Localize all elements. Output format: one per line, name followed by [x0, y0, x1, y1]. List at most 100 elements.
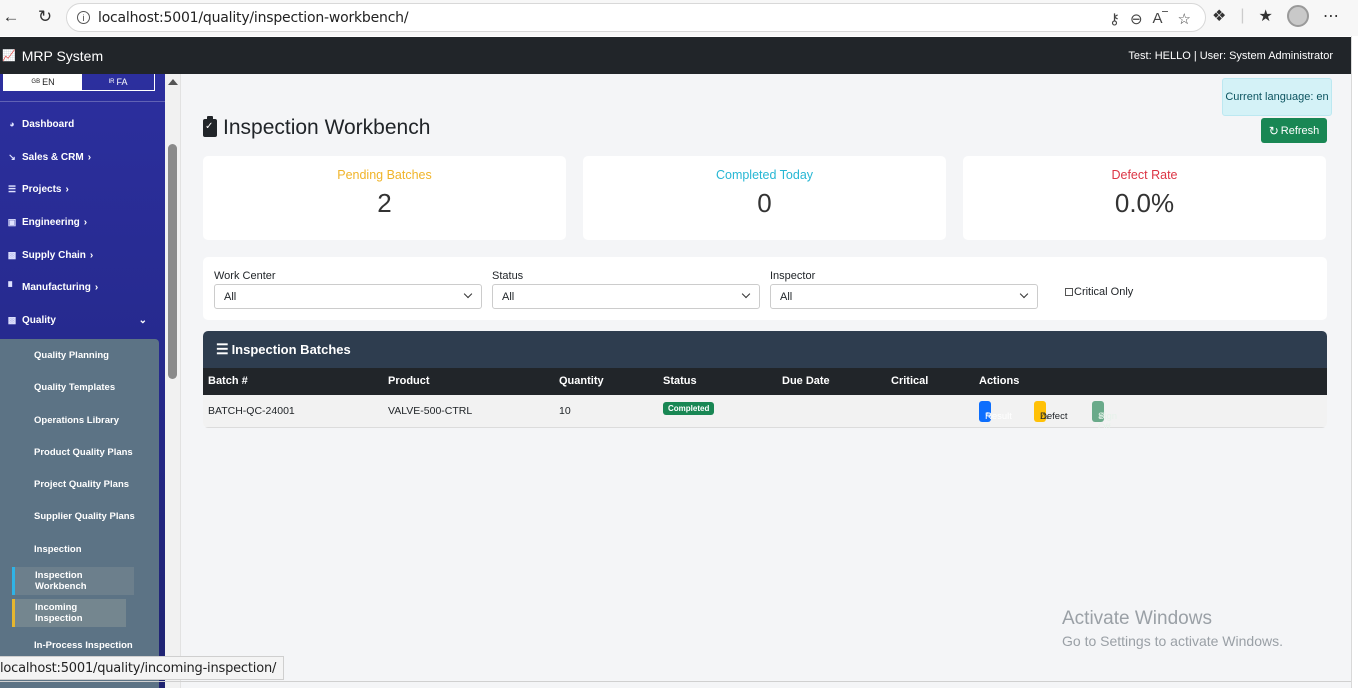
column-header[interactable]: Quantity — [559, 375, 604, 387]
sidebar-item-supply-chain[interactable]: ▩ Supply Chain › — [0, 241, 165, 269]
language-switcher: GB EN IR FA — [3, 74, 155, 91]
column-header[interactable]: Due Date — [782, 375, 830, 387]
column-header[interactable]: Batch # — [208, 375, 248, 387]
list-icon: ☰ — [216, 341, 229, 357]
column-header[interactable]: Critical — [891, 375, 928, 387]
submenu-item-quality-templates[interactable]: Quality Templates — [0, 373, 115, 401]
main-content: Current language: en Inspection Workbenc… — [181, 74, 1351, 688]
submenu-item-project-quality-plans[interactable]: Project Quality Plans — [0, 470, 129, 498]
profile-avatar[interactable] — [1286, 5, 1309, 27]
product-code: VALVE-500-CTRL — [388, 405, 473, 417]
sidebar-item-label: Sales & CRM — [22, 151, 84, 163]
clipboard-check-icon — [203, 116, 217, 137]
read-aloud-icon[interactable]: A‾ — [1153, 10, 1168, 28]
user-info: Test: HELLO | User: System Administrator — [1128, 49, 1333, 62]
address-bar[interactable]: i localhost:5001/quality/inspection-work… — [66, 3, 1206, 32]
inspector-select[interactable]: All — [770, 284, 1038, 309]
page-title: Inspection Workbench — [203, 116, 430, 140]
scrollbar-thumb[interactable] — [168, 144, 177, 379]
status-select[interactable]: All — [492, 284, 760, 309]
sync-icon: ↻ — [1268, 123, 1279, 138]
refresh-label: Refresh — [1280, 124, 1320, 137]
quality-submenu: Quality Planning Quality Templates Opera… — [0, 339, 159, 688]
critical-only-filter[interactable]: Critical Only — [1065, 286, 1133, 298]
stat-label: Completed Today — [715, 168, 814, 182]
chevron-right-icon: › — [87, 151, 92, 163]
result-button[interactable]: ✎ Result — [979, 401, 1012, 422]
sidebar-item-label: Quality — [22, 314, 56, 326]
page-title-text: Inspection Workbench — [223, 116, 431, 139]
app-navbar: 📈 MRP System Test: HELLO | User: System … — [0, 37, 1351, 74]
brand[interactable]: 📈 MRP System — [2, 48, 103, 64]
sidebar-item-quality[interactable]: ▩ Quality ⌄ — [0, 306, 165, 334]
zoom-out-icon[interactable]: ⊖ — [1130, 10, 1143, 28]
reload-icon[interactable]: ↻ — [34, 6, 56, 28]
stat-label: Defect Rate — [1111, 168, 1178, 182]
chevron-right-icon: › — [83, 216, 88, 228]
url-text[interactable]: localhost:5001/quality/inspection-workbe… — [98, 10, 409, 26]
submenu-item-operations-library[interactable]: Operations Library — [0, 406, 119, 434]
defect-label: Defect — [1040, 411, 1068, 422]
defect-button[interactable]: ⚠ Defect — [1034, 401, 1067, 422]
lang-fa-button[interactable]: IR FA — [82, 74, 154, 90]
sidebar-item-dashboard[interactable]: ◕ Dashboard — [0, 110, 165, 138]
submenu-item-quality-planning[interactable]: Quality Planning — [0, 341, 109, 369]
submenu-item-in-process-inspection[interactable]: In-Process Inspection — [0, 631, 133, 659]
refresh-button[interactable]: ↻ Refresh — [1261, 118, 1327, 143]
site-info-icon[interactable]: i — [77, 11, 90, 24]
inspector-value: All — [780, 290, 793, 303]
column-header[interactable]: Product — [388, 375, 430, 387]
sign-off-button[interactable]: ✐ Sign Off — [1092, 401, 1117, 428]
submenu-item-inspection-workbench[interactable]: Inspection Workbench — [12, 567, 134, 595]
scroll-up-arrow-icon[interactable] — [168, 79, 178, 85]
gauge-icon: ◕ — [9, 119, 15, 129]
chevron-down-icon — [1019, 289, 1029, 299]
chevron-down-icon: ⌄ — [138, 314, 147, 326]
chart-line-icon: 📈 — [2, 50, 16, 62]
sidebar-scrollbar[interactable] — [165, 74, 181, 688]
sidebar-item-engineering[interactable]: ▣ Engineering › — [0, 208, 165, 236]
sidebar-item-manufacturing[interactable]: ▘ Manufacturing › — [0, 273, 165, 301]
submenu-item-product-quality-plans[interactable]: Product Quality Plans — [0, 438, 133, 466]
table-header: ☰ Inspection Batches — [203, 331, 1327, 368]
activate-windows-title: Activate Windows — [1062, 608, 1212, 629]
sidebar: GB EN IR FA ◕ Dashboard ↘ Sales & CRM › … — [0, 74, 165, 688]
key-icon[interactable]: ⚷ — [1109, 10, 1120, 28]
status-badge: Completed — [663, 402, 715, 415]
truck-icon: ▩ — [7, 249, 17, 260]
submenu-item-inspection[interactable]: Inspection — [0, 535, 82, 563]
toolbar-divider: | — [1240, 7, 1245, 24]
submenu-item-supplier-quality-plans[interactable]: Supplier Quality Plans — [0, 502, 135, 530]
stat-card-defect-rate: Defect Rate 0.0% — [963, 156, 1326, 240]
column-header[interactable]: Status — [663, 375, 697, 387]
sidebar-divider — [0, 101, 165, 102]
submenu-item-incoming-inspection[interactable]: Incoming Inspection — [12, 599, 126, 627]
file-icon: ▣ — [7, 216, 17, 227]
work-center-select[interactable]: All — [214, 284, 482, 309]
stat-value: 2 — [377, 188, 392, 218]
sidebar-item-label: Engineering — [22, 216, 80, 228]
stat-card-completed: Completed Today 0 — [583, 156, 946, 240]
lang-en-button[interactable]: GB EN — [4, 74, 82, 90]
more-menu-icon[interactable]: ⋯ — [1323, 6, 1339, 26]
back-arrow-icon[interactable]: ← — [0, 6, 22, 28]
sidebar-item-projects[interactable]: ☰ Projects › — [0, 175, 165, 203]
favorites-icon[interactable]: ★ — [1259, 6, 1273, 26]
stat-label: Pending Batches — [337, 168, 432, 182]
table-title: Inspection Batches — [231, 342, 351, 357]
filter-panel: Work Center All Status All Inspector All… — [203, 257, 1327, 320]
ir-flag-icon: IR — [108, 79, 115, 85]
result-label: Result — [985, 411, 1012, 422]
sidebar-item-sales-crm[interactable]: ↘ Sales & CRM › — [0, 143, 165, 171]
inspection-batches-card: ☰ Inspection Batches Batch # Product Qua… — [203, 331, 1327, 428]
clipboard-check-icon: ▩ — [7, 314, 17, 325]
sidebar-item-label: Projects — [22, 183, 62, 195]
status-label: Status — [492, 270, 524, 282]
critical-only-checkbox[interactable] — [1065, 288, 1073, 296]
extensions-icon[interactable]: ❖ — [1212, 6, 1226, 26]
critical-only-label: Critical Only — [1074, 286, 1134, 298]
column-header[interactable]: Actions — [979, 375, 1019, 387]
sidebar-item-label: Supply Chain — [22, 249, 86, 261]
favorite-star-icon[interactable]: ☆ — [1178, 10, 1191, 28]
window-edge — [1351, 36, 1358, 688]
